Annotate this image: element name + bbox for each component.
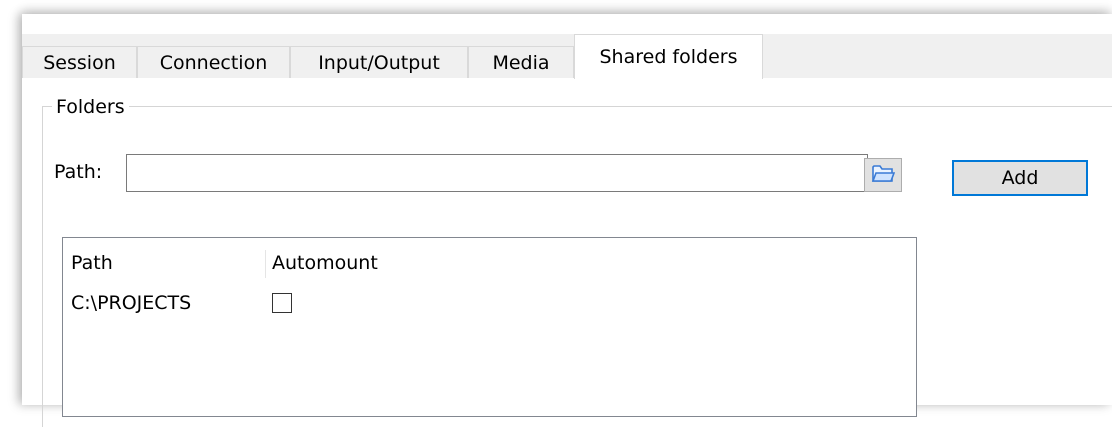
tab-session[interactable]: Session bbox=[22, 46, 137, 78]
browse-folder-button[interactable] bbox=[864, 158, 902, 192]
tab-connection[interactable]: Connection bbox=[137, 46, 290, 78]
column-header-path[interactable]: Path bbox=[71, 252, 113, 282]
shared-folders-list[interactable]: Path Automount C:\PROJECTS bbox=[62, 237, 917, 417]
list-item-path[interactable]: C:\PROJECTS bbox=[71, 292, 191, 314]
tab-input-output[interactable]: Input/Output bbox=[290, 46, 468, 78]
path-label: Path: bbox=[54, 161, 103, 183]
automount-checkbox[interactable] bbox=[272, 293, 292, 313]
folders-group-title: Folders bbox=[52, 96, 129, 118]
folder-open-icon bbox=[871, 162, 896, 188]
tab-bar: Session Connection Input/Output Media Sh… bbox=[22, 34, 1112, 79]
tab-media[interactable]: Media bbox=[468, 46, 574, 78]
dialog-frame: Session Connection Input/Output Media Sh… bbox=[22, 14, 1112, 427]
path-input[interactable] bbox=[126, 154, 868, 192]
add-button[interactable]: Add bbox=[952, 160, 1088, 196]
column-header-automount[interactable]: Automount bbox=[272, 252, 378, 282]
shared-folders-panel: Folders Path: Add Path Automount C:\PROJ… bbox=[22, 78, 1112, 427]
column-separator[interactable] bbox=[265, 250, 266, 278]
tab-shared-folders[interactable]: Shared folders bbox=[574, 34, 763, 79]
